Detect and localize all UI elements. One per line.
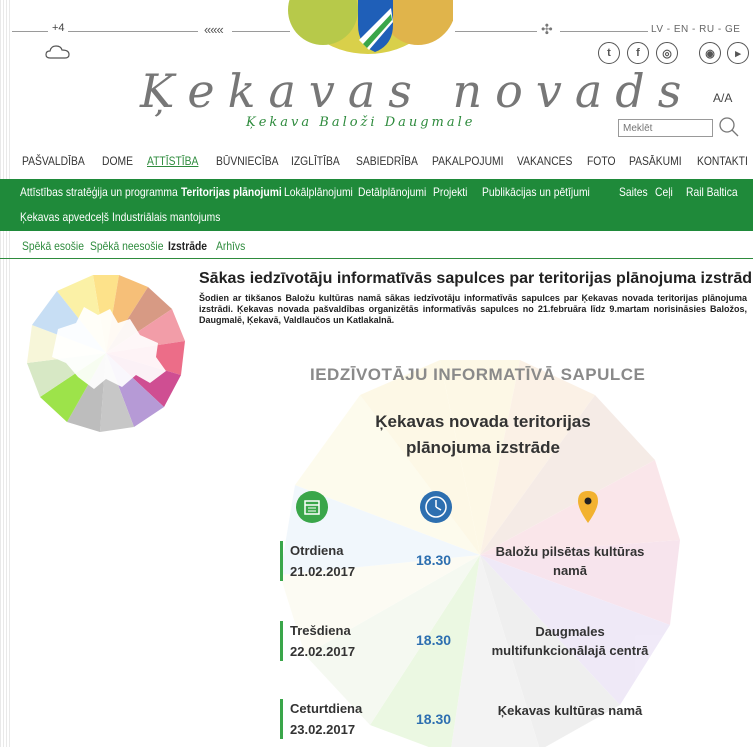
compass-icon[interactable]: ✣ [541,21,553,38]
facebook-icon[interactable]: f [627,42,649,64]
search-icon[interactable] [718,116,740,138]
subnav-item[interactable]: Publikācijas un pētījumi [482,185,590,199]
subnav-item[interactable]: Rail Baltica [686,185,738,199]
article-title[interactable]: Sākas iedzīvotāju informatīvās sapulces … [199,270,753,288]
subnav-item[interactable]: Attīstības stratēģija un programma [20,185,178,199]
camera-icon[interactable]: ◉ [699,42,721,64]
sub-navigation: Attīstības stratēģija un programma Terit… [0,179,753,231]
clock-icon [420,491,452,523]
divider [455,31,537,32]
event-place: Daugmales multifunkcionālajā centrā [491,624,649,658]
nav-item-kontakti[interactable]: KONTAKTI [697,154,748,168]
tab-arhivs[interactable]: Arhīvs [216,239,245,253]
subnav-item[interactable]: Saites [619,185,648,199]
divider [232,31,290,32]
event-day: Otrdiena [290,543,344,558]
divider [560,31,648,32]
nav-item-sabiedriba[interactable]: SABIEDRĪBA [356,154,418,168]
nav-item-izglitiba[interactable]: IZGLĪTĪBA [291,154,340,168]
event-date: 23.02.2017 [290,722,356,737]
tertiary-navigation: Spēkā esošie Spēkā neesošie Izstrāde Arh… [0,235,753,259]
article-thumbnail[interactable] [23,273,189,433]
event-marker [280,621,283,661]
temperature: +4 [52,22,65,34]
event-time: 18.30 [416,711,452,727]
site-logo-text[interactable]: Ķekavas novads [140,64,694,118]
nav-item-buvnieciba[interactable]: BŪVNIECĪBA [216,154,279,168]
cloud-icon [45,45,70,59]
divider [12,31,48,32]
site-header: +4 ««« ✣ LV - EN - RU - GE t f ◎ ◉ ▸ Ķek… [0,0,753,148]
calendar-icon [296,491,328,523]
subnav-item[interactable]: Industriālais mantojums [112,210,220,224]
nav-item-vakances[interactable]: VAKANCES [517,154,572,168]
tab-speka-esosie[interactable]: Spēkā esošie [22,239,84,253]
nav-item-foto[interactable]: FOTO [587,154,615,168]
event-place: Baložu pilsētas kultūras namā [495,544,645,578]
font-size-toggle[interactable]: A/A [713,91,732,105]
location-pin-icon [578,491,598,523]
twitter-icon[interactable]: t [598,42,620,64]
event-poster: IEDZĪVOTĀJU INFORMATĪVĀ SAPULCE Ķekavas … [230,345,753,747]
history-icon[interactable]: ««« [204,22,224,37]
divider [68,31,198,32]
nav-item-dome[interactable]: DOME [102,154,133,168]
event-day: Ceturtdiena [290,701,363,716]
language-switcher[interactable]: LV - EN - RU - GE [651,24,740,35]
tab-speka-neesosie[interactable]: Spēkā neesošie [90,239,163,253]
crest-logo [283,0,453,60]
event-marker [280,699,283,739]
event-time: 18.30 [416,552,452,568]
video-icon[interactable]: ▸ [727,42,749,64]
poster-heading: IEDZĪVOTĀJU INFORMATĪVĀ SAPULCE [310,365,646,384]
event-day: Trešdiena [290,623,351,638]
event-time: 18.30 [416,632,452,648]
nav-item-pasakumi[interactable]: PASĀKUMI [629,154,682,168]
instagram-icon[interactable]: ◎ [656,42,678,64]
article-text: Šodien ar tikšanos Baložu kultūras namā … [199,293,747,325]
subnav-item[interactable]: Projekti [433,185,467,199]
site-logo-subtext: Ķekava Baloži Daugmale [246,115,476,130]
subnav-item-active[interactable]: Teritorijas plānojumi [181,185,282,199]
nav-item-attistiba[interactable]: ATTĪSTĪBA [147,154,198,168]
event-marker [280,541,283,581]
poster-title: Ķekavas novada teritorijas plānojuma izs… [375,412,591,457]
subnav-item[interactable]: Detālplānojumi [358,185,426,199]
subnav-item[interactable]: Ķekavas apvedceļš [20,210,109,224]
subnav-item[interactable]: Ceļi [655,185,673,199]
event-date: 22.02.2017 [290,644,356,659]
tab-izstrade[interactable]: Izstrāde [168,239,207,253]
nav-item-pakalpojumi[interactable]: PAKALPOJUMI [432,154,504,168]
event-place: Ķekavas kultūras namā [497,703,643,718]
main-navigation: PAŠVALDĪBA DOME ATTĪSTĪBA BŪVNIECĪBA IZG… [0,150,753,174]
search-input[interactable] [618,119,713,137]
event-date: 21.02.2017 [290,564,356,579]
nav-item-pasvaldiba[interactable]: PAŠVALDĪBA [22,154,85,168]
subnav-item[interactable]: Lokālplānojumi [284,185,353,199]
